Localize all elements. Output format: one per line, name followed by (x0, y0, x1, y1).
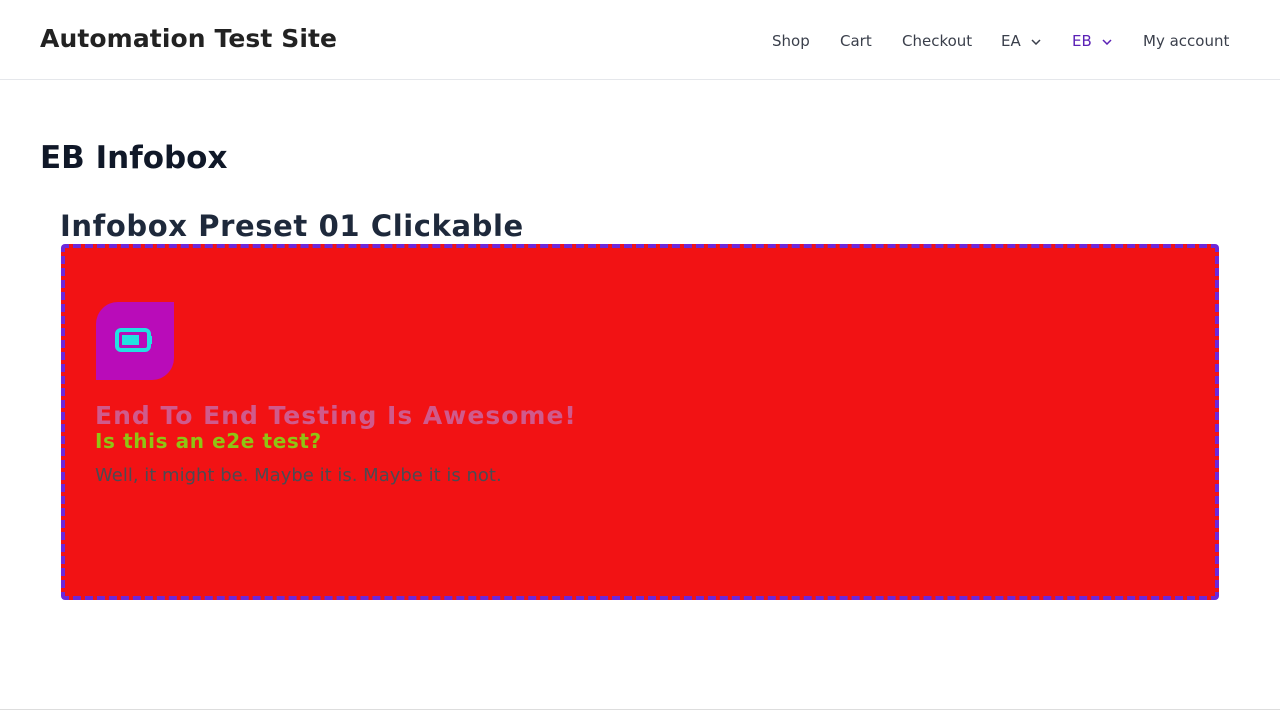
infobox-icon-box (96, 302, 174, 380)
page-title: EB Infobox (40, 140, 228, 176)
nav-shop[interactable]: Shop (772, 31, 810, 51)
site-title[interactable]: Automation Test Site (40, 24, 337, 53)
chevron-down-icon (1102, 30, 1112, 50)
infobox-subtitle: Is this an e2e test? (95, 429, 322, 453)
nav-ea-label: EA (1001, 32, 1021, 50)
nav-eb-label: EB (1072, 32, 1092, 50)
nav-cart-label: Cart (840, 32, 872, 50)
section-title: Infobox Preset 01 Clickable (60, 209, 524, 243)
battery-icon (115, 328, 152, 352)
nav-cart[interactable]: Cart (840, 31, 872, 51)
nav-ea[interactable]: EA (1001, 31, 1041, 51)
infobox-title: End To End Testing Is Awesome! (95, 401, 577, 430)
infobox-card[interactable]: End To End Testing Is Awesome! Is this a… (61, 244, 1219, 600)
chevron-down-icon (1031, 30, 1041, 50)
nav-checkout[interactable]: Checkout (902, 31, 972, 51)
nav-my-account-label: My account (1143, 32, 1230, 50)
site-header: Automation Test Site Shop Cart Checkout … (0, 0, 1280, 80)
nav-shop-label: Shop (772, 32, 810, 50)
nav-my-account[interactable]: My account (1143, 31, 1229, 51)
nav-eb[interactable]: EB (1072, 31, 1112, 51)
footer-divider (0, 709, 1280, 710)
nav-checkout-label: Checkout (902, 32, 973, 50)
infobox-description: Well, it might be. Maybe it is. Maybe it… (95, 465, 502, 486)
